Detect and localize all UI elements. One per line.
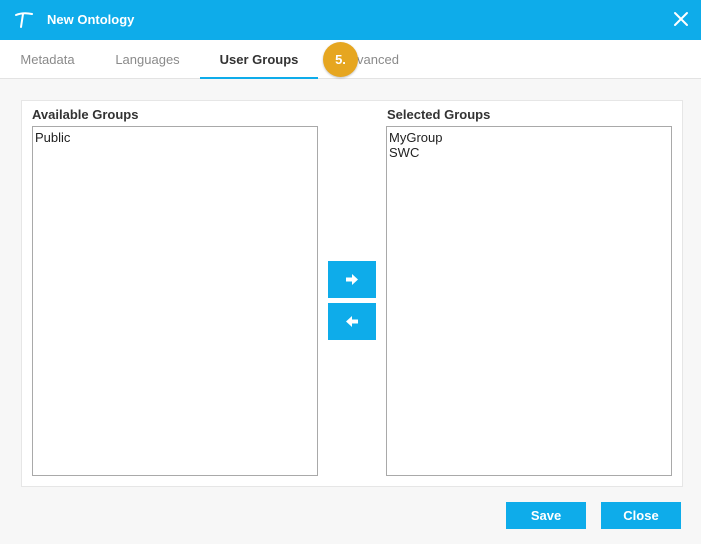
available-groups-list[interactable]: Public: [32, 126, 318, 476]
arrow-left-icon: [346, 316, 358, 327]
remove-group-button[interactable]: [328, 303, 376, 340]
ontology-logo-icon: [15, 12, 33, 28]
save-button[interactable]: Save: [506, 502, 586, 529]
user-groups-panel: Available Groups Public Selected Groups …: [21, 100, 683, 487]
tab-user-groups[interactable]: User Groups: [200, 40, 318, 79]
list-item[interactable]: SWC: [389, 145, 669, 160]
tab-metadata[interactable]: Metadata: [0, 40, 95, 79]
dialog-titlebar: New Ontology: [0, 0, 701, 40]
close-button[interactable]: Close: [601, 502, 681, 529]
dialog-title: New Ontology: [47, 12, 135, 27]
arrow-right-icon: [346, 274, 358, 285]
add-group-button[interactable]: [328, 261, 376, 298]
tab-languages[interactable]: Languages: [95, 40, 200, 79]
step-badge: 5.: [323, 42, 358, 77]
selected-groups-list[interactable]: MyGroup SWC: [386, 126, 672, 476]
available-groups-label: Available Groups: [32, 107, 139, 122]
list-item[interactable]: Public: [35, 130, 315, 145]
selected-groups-label: Selected Groups: [387, 107, 491, 122]
list-item[interactable]: MyGroup: [389, 130, 669, 145]
close-icon[interactable]: [673, 11, 689, 27]
